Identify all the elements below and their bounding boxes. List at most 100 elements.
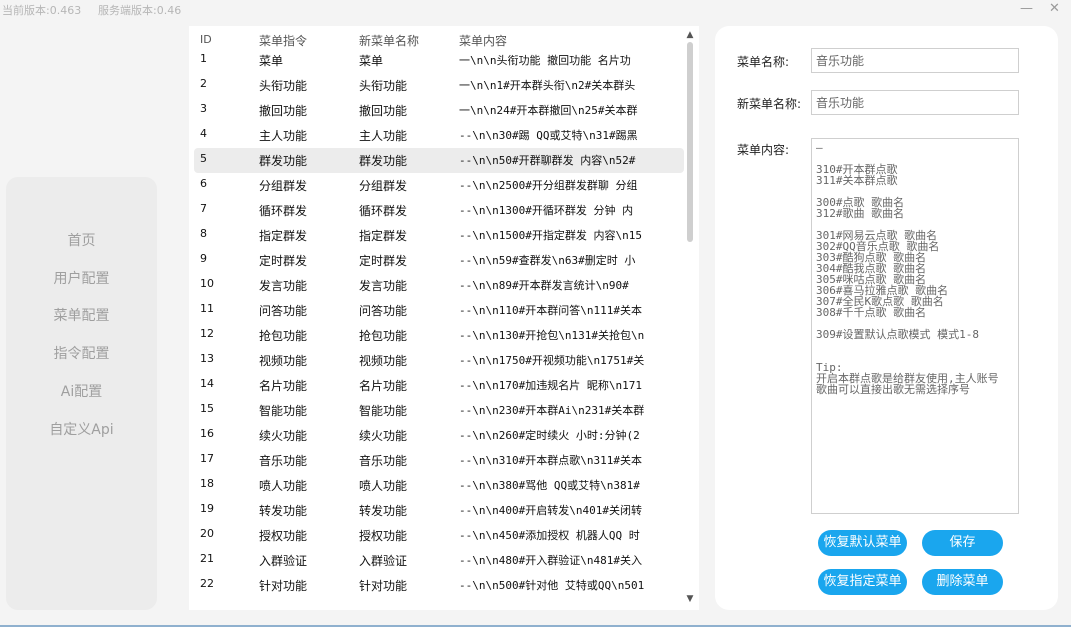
nav-item-home[interactable]: 首页 — [6, 230, 157, 250]
sidebar: 首页 用户配置 菜单配置 指令配置 Ai配置 自定义Api — [6, 177, 157, 610]
menu-name-label: 菜单名称: — [737, 55, 790, 69]
cell-menu-content: --\n\n1750#开视频功能\n1751#关 — [459, 354, 645, 367]
table-row[interactable]: 9 定时群发 定时群发 --\n\n59#查群发\n63#删定时 小 — [194, 248, 684, 273]
cell-menu-command: 指定群发 — [259, 229, 308, 243]
cell-id: 12 — [200, 327, 214, 340]
cell-menu-command: 主人功能 — [259, 129, 308, 143]
table-row[interactable]: 21 入群验证 入群验证 --\n\n480#开入群验证\n481#关入 — [194, 548, 684, 573]
table-row[interactable]: 17 音乐功能 音乐功能 --\n\n310#开本群点歌\n311#关本 — [194, 448, 684, 473]
cell-id: 10 — [200, 277, 214, 290]
cell-menu-content: --\n\n50#开群聊群发 内容\n52# — [459, 154, 636, 167]
cell-menu-command: 定时群发 — [259, 254, 308, 268]
cell-id: 1 — [200, 52, 207, 65]
table-row[interactable]: 1 菜单 菜单 一\n\n头衔功能 撤回功能 名片功 — [194, 48, 684, 73]
cell-menu-content: --\n\n59#查群发\n63#删定时 小 — [459, 254, 636, 267]
scroll-down-icon[interactable]: ▼ — [685, 594, 695, 604]
nav-item-menu-config[interactable]: 菜单配置 — [6, 305, 157, 325]
cell-new-menu-name: 指定群发 — [359, 229, 408, 243]
cell-id: 21 — [200, 552, 214, 565]
nav-item-user-config[interactable]: 用户配置 — [6, 268, 157, 288]
restore-default-menu-button[interactable]: 恢复默认菜单 — [818, 530, 907, 556]
table-row[interactable]: 6 分组群发 分组群发 --\n\n2500#开分组群发群聊 分组 — [194, 173, 684, 198]
table-row[interactable]: 16 续火功能 续火功能 --\n\n260#定时续火 小时:分钟(2 — [194, 423, 684, 448]
menu-name-field[interactable]: 音乐功能 — [811, 48, 1019, 73]
scroll-thumb[interactable] — [687, 42, 693, 242]
table-row[interactable]: 11 问答功能 问答功能 --\n\n110#开本群问答\n111#关本 — [194, 298, 684, 323]
cell-menu-command: 头衔功能 — [259, 79, 308, 93]
cell-menu-command: 针对功能 — [259, 579, 308, 593]
cell-menu-command: 转发功能 — [259, 504, 308, 518]
cell-menu-command: 发言功能 — [259, 279, 308, 293]
cell-id: 14 — [200, 377, 214, 390]
cell-menu-content: --\n\n130#开抢包\n131#关抢包\n — [459, 329, 645, 342]
header-id[interactable]: ID — [200, 33, 212, 46]
cell-id: 22 — [200, 577, 214, 590]
cell-new-menu-name: 发言功能 — [359, 279, 408, 293]
table-row[interactable]: 4 主人功能 主人功能 --\n\n30#踢 QQ或艾特\n31#踢黑 — [194, 123, 684, 148]
cell-id: 8 — [200, 227, 207, 240]
table-row[interactable]: 3 撤回功能 撤回功能 一\n\n24#开本群撤回\n25#关本群 — [194, 98, 684, 123]
cell-menu-command: 音乐功能 — [259, 454, 308, 468]
restore-specified-menu-button[interactable]: 恢复指定菜单 — [818, 569, 907, 595]
cell-menu-command: 视频功能 — [259, 354, 308, 368]
header-new-menu-name[interactable]: 新菜单名称 — [359, 32, 419, 49]
table-row[interactable]: 12 抢包功能 抢包功能 --\n\n130#开抢包\n131#关抢包\n — [194, 323, 684, 348]
table-scrollbar[interactable]: ▲ ▼ — [685, 30, 695, 606]
cell-menu-command: 喷人功能 — [259, 479, 308, 493]
cell-menu-content: --\n\n500#针对他 艾特或QQ\n501 — [459, 579, 645, 592]
cell-menu-command: 名片功能 — [259, 379, 308, 393]
cell-id: 4 — [200, 127, 207, 140]
header-menu-content[interactable]: 菜单内容 — [459, 32, 507, 49]
table-row[interactable]: 19 转发功能 转发功能 --\n\n400#开启转发\n401#关闭转 — [194, 498, 684, 523]
table-row[interactable]: 15 智能功能 智能功能 --\n\n230#开本群Ai\n231#关本群 — [194, 398, 684, 423]
cell-new-menu-name: 针对功能 — [359, 579, 408, 593]
cell-menu-content: --\n\n380#骂他 QQ或艾特\n381# — [459, 479, 640, 492]
cell-menu-command: 智能功能 — [259, 404, 308, 418]
cell-menu-command: 续火功能 — [259, 429, 308, 443]
cell-new-menu-name: 定时群发 — [359, 254, 408, 268]
table-row[interactable]: 13 视频功能 视频功能 --\n\n1750#开视频功能\n1751#关 — [194, 348, 684, 373]
scroll-up-icon[interactable]: ▲ — [685, 30, 695, 40]
table-row[interactable]: 10 发言功能 发言功能 --\n\n89#开本群发言统计\n90# — [194, 273, 684, 298]
new-menu-name-field[interactable]: 音乐功能 — [811, 90, 1019, 115]
cell-id: 6 — [200, 177, 207, 190]
cell-menu-content: --\n\n1500#开指定群发 内容\n15 — [459, 229, 642, 242]
table-row[interactable]: 8 指定群发 指定群发 --\n\n1500#开指定群发 内容\n15 — [194, 223, 684, 248]
cell-menu-content: 一\n\n头衔功能 撤回功能 名片功 — [459, 54, 631, 67]
table-row[interactable]: 2 头衔功能 头衔功能 一\n\n1#开本群头衔\n2#关本群头 — [194, 73, 684, 98]
cell-id: 9 — [200, 252, 207, 265]
cell-id: 18 — [200, 477, 214, 490]
nav-item-ai-config[interactable]: Ai配置 — [6, 381, 157, 401]
header-menu-command[interactable]: 菜单指令 — [259, 32, 307, 49]
close-icon[interactable]: ✕ — [1049, 1, 1060, 16]
cell-menu-content: --\n\n170#加违规名片 昵称\n171 — [459, 379, 642, 392]
cell-id: 11 — [200, 302, 214, 315]
cell-menu-command: 入群验证 — [259, 554, 308, 568]
cell-new-menu-name: 续火功能 — [359, 429, 408, 443]
cell-menu-content: --\n\n310#开本群点歌\n311#关本 — [459, 454, 642, 467]
cell-new-menu-name: 循环群发 — [359, 204, 408, 218]
table-row[interactable]: 7 循环群发 循环群发 --\n\n1300#开循环群发 分钟 内 — [194, 198, 684, 223]
cell-new-menu-name: 喷人功能 — [359, 479, 408, 493]
table-row[interactable]: 14 名片功能 名片功能 --\n\n170#加违规名片 昵称\n171 — [194, 373, 684, 398]
table-row[interactable]: 18 喷人功能 喷人功能 --\n\n380#骂他 QQ或艾特\n381# — [194, 473, 684, 498]
table-row[interactable]: 20 授权功能 授权功能 --\n\n450#添加授权 机器人QQ 时 — [194, 523, 684, 548]
minimize-icon[interactable]: — — [1020, 1, 1033, 16]
menu-content-label: 菜单内容: — [737, 143, 790, 157]
table-row[interactable]: 22 针对功能 针对功能 --\n\n500#针对他 艾特或QQ\n501 — [194, 573, 684, 598]
nav-item-command-config[interactable]: 指令配置 — [6, 343, 157, 363]
delete-menu-button[interactable]: 删除菜单 — [922, 569, 1003, 595]
cell-id: 3 — [200, 102, 207, 115]
cell-new-menu-name: 入群验证 — [359, 554, 408, 568]
cell-menu-command: 问答功能 — [259, 304, 308, 318]
menu-content-textarea[interactable]: — 310#开本群点歌 311#关本群点歌 300#点歌 歌曲名 312#歌曲 … — [811, 138, 1019, 514]
cell-new-menu-name: 头衔功能 — [359, 79, 408, 93]
nav-item-custom-api[interactable]: 自定义Api — [6, 419, 157, 439]
cell-id: 17 — [200, 452, 214, 465]
table-row[interactable]: 5 群发功能 群发功能 --\n\n50#开群聊群发 内容\n52# — [194, 148, 684, 173]
cell-menu-command: 授权功能 — [259, 529, 308, 543]
cell-id: 19 — [200, 502, 214, 515]
cell-new-menu-name: 智能功能 — [359, 404, 408, 418]
save-button[interactable]: 保存 — [922, 530, 1003, 556]
cell-menu-content: 一\n\n1#开本群头衔\n2#关本群头 — [459, 79, 636, 92]
